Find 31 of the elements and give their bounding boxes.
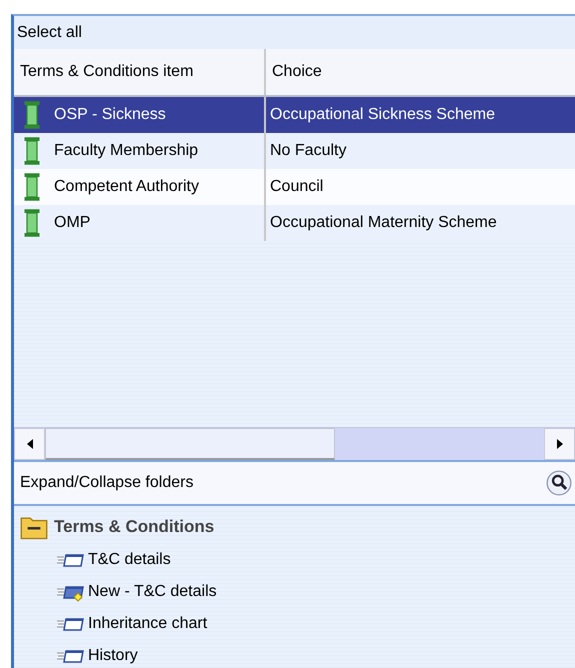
table-cell: Occupational Sickness Scheme <box>270 106 495 124</box>
table-cell: OMP <box>54 214 90 232</box>
scroll-left-button[interactable] <box>14 428 45 460</box>
expand-collapse-label: Expand/Collapse folders <box>20 474 194 492</box>
column-icon <box>23 100 41 130</box>
table-cell: No Faculty <box>270 142 346 160</box>
scroll-right-button[interactable] <box>544 428 575 460</box>
table-row[interactable]: Competent Authority Council <box>14 169 575 205</box>
column-header[interactable]: Terms & Conditions item <box>14 49 266 95</box>
column-icon <box>23 172 41 202</box>
table-cell: Occupational Maternity Scheme <box>270 214 497 232</box>
tree-item[interactable]: Inheritance chart <box>14 608 575 640</box>
tree-folder[interactable]: Terms & Conditions <box>14 510 575 544</box>
table-row[interactable]: OMP Occupational Maternity Scheme <box>14 205 575 241</box>
tree-item[interactable]: T&C details <box>14 544 575 576</box>
table-cell: Faculty Membership <box>54 142 198 160</box>
table-cell: Competent Authority <box>54 178 199 196</box>
table-cell: Council <box>270 178 324 196</box>
select-all-link[interactable]: Select all <box>17 24 82 42</box>
right-arrow-icon <box>556 439 564 449</box>
table-row[interactable]: Faculty Membership No Faculty <box>14 133 575 169</box>
column-icon <box>23 136 41 166</box>
table-cell: OSP - Sickness <box>54 106 166 124</box>
horizontal-scrollbar[interactable] <box>14 427 575 462</box>
tree-item[interactable]: New - T&C details <box>14 576 575 608</box>
column-icon <box>23 208 41 238</box>
column-header[interactable]: Choice <box>266 49 575 95</box>
table-row[interactable]: OSP - Sickness Occupational Sickness Scheme <box>14 97 575 133</box>
left-arrow-icon <box>26 439 34 449</box>
tree-item[interactable]: History <box>14 640 575 668</box>
search-icon[interactable] <box>546 470 572 496</box>
